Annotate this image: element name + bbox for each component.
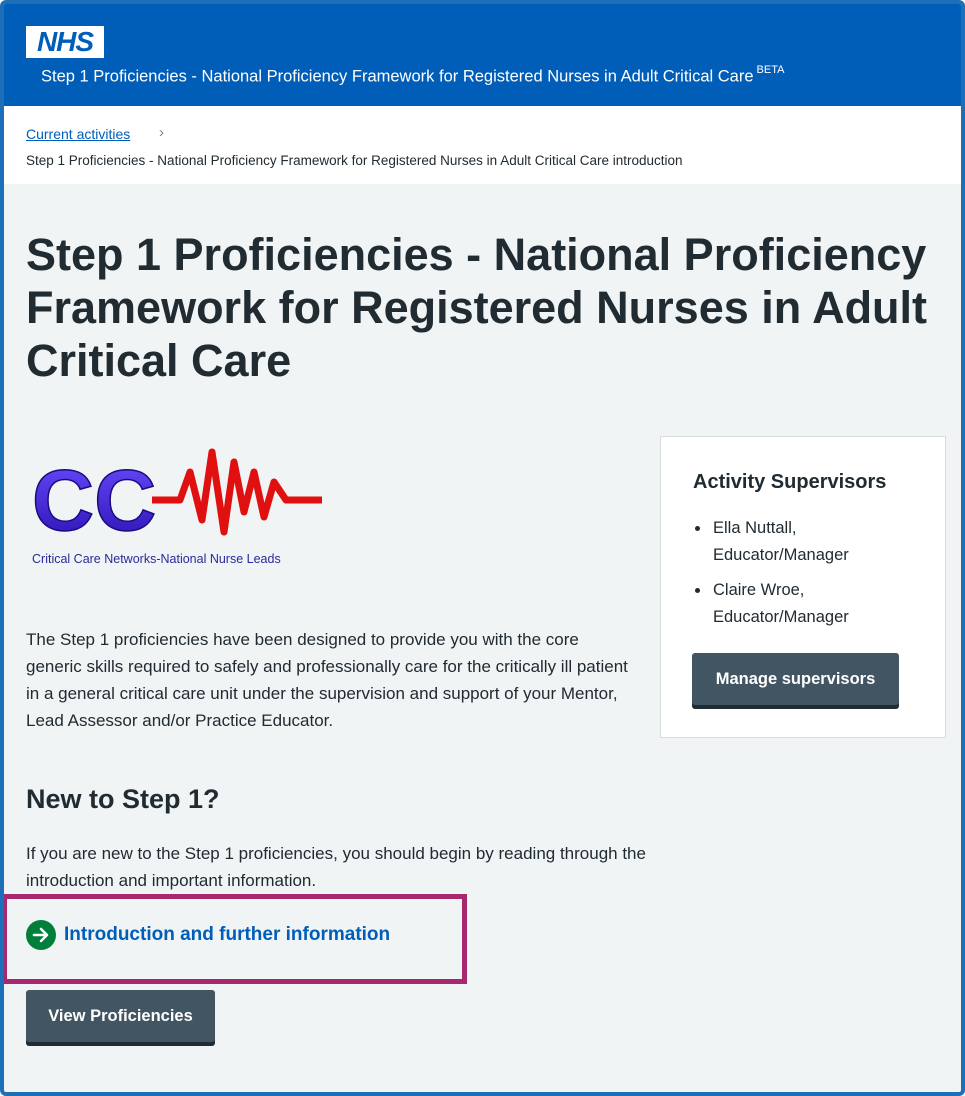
service-name[interactable]: Step 1 Proficiencies - National Proficie… bbox=[41, 64, 785, 87]
site-header: NHS Step 1 Proficiencies - National Prof… bbox=[4, 4, 961, 106]
arrow-right-icon bbox=[32, 927, 49, 943]
beta-tag: BETA bbox=[756, 64, 785, 76]
heartbeat-line bbox=[152, 448, 322, 536]
arrow-right-circle-icon bbox=[26, 920, 56, 950]
list-item: Claire Wroe, Educator/Manager bbox=[695, 577, 925, 631]
intro-paragraph: The Step 1 proficiencies have been desig… bbox=[26, 630, 628, 730]
breadcrumb-link-current-activities[interactable]: Current activities bbox=[26, 126, 130, 142]
service-name-text: Step 1 Proficiencies - National Proficie… bbox=[41, 67, 754, 86]
logo-caption: Critical Care Networks-National Nurse Le… bbox=[32, 552, 281, 566]
introduction-link-label: Introduction and further information bbox=[64, 924, 391, 945]
breadcrumb: Current activities › Step 1 Proficiencie… bbox=[4, 106, 961, 184]
view-proficiencies-button[interactable]: View Proficiencies bbox=[26, 990, 215, 1042]
new-to-step-heading: New to Step 1? bbox=[26, 784, 220, 814]
supervisors-list: Ella Nuttall, Educator/Manager Claire Wr… bbox=[695, 515, 925, 639]
main-content: Step 1 Proficiencies - National Proficie… bbox=[4, 184, 961, 1092]
page-frame: NHS Step 1 Proficiencies - National Prof… bbox=[0, 0, 965, 1096]
supervisors-title: Activity Supervisors bbox=[693, 471, 887, 493]
page-title: Step 1 Proficiencies - National Proficie… bbox=[26, 229, 928, 386]
list-item: Ella Nuttall, Educator/Manager bbox=[695, 515, 925, 569]
manage-supervisors-button[interactable]: Manage supervisors bbox=[692, 653, 899, 705]
breadcrumb-current-page: Step 1 Proficiencies - National Proficie… bbox=[26, 153, 683, 168]
ccnnn-logo-graphic: CC bbox=[31, 448, 322, 550]
activity-supervisors-card: Activity Supervisors Ella Nuttall, Educa… bbox=[660, 436, 946, 738]
chevron-right-icon: › bbox=[159, 124, 164, 141]
introduction-link[interactable]: Introduction and further information bbox=[26, 920, 390, 950]
logo-letters: CC bbox=[32, 453, 156, 549]
new-to-step-paragraph: If you are new to the Step 1 proficienci… bbox=[26, 844, 646, 890]
nhs-logo[interactable]: NHS bbox=[26, 26, 104, 58]
nhs-logo-text: NHS bbox=[36, 26, 94, 57]
